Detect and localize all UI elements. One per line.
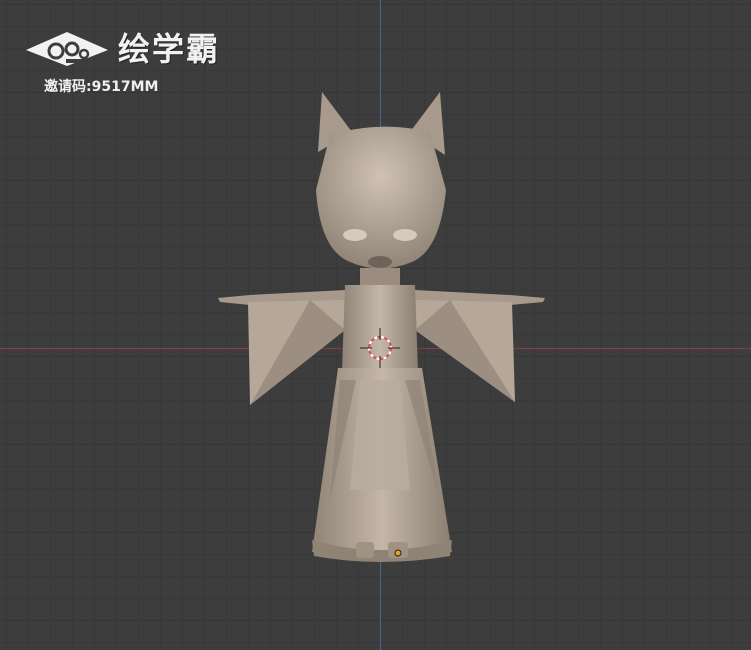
graduation-cap-icon	[26, 32, 108, 66]
3d-viewport[interactable]: 绘学霸 邀请码:9517MM	[0, 0, 751, 650]
origin-marker	[394, 549, 402, 557]
invite-code-label: 邀请码:9517MM	[44, 79, 159, 95]
brand-name: 绘学霸	[118, 30, 221, 68]
character-model[interactable]	[0, 0, 751, 650]
brand-logo: 绘学霸	[26, 24, 236, 74]
head	[316, 126, 446, 269]
left-foot	[356, 542, 374, 558]
